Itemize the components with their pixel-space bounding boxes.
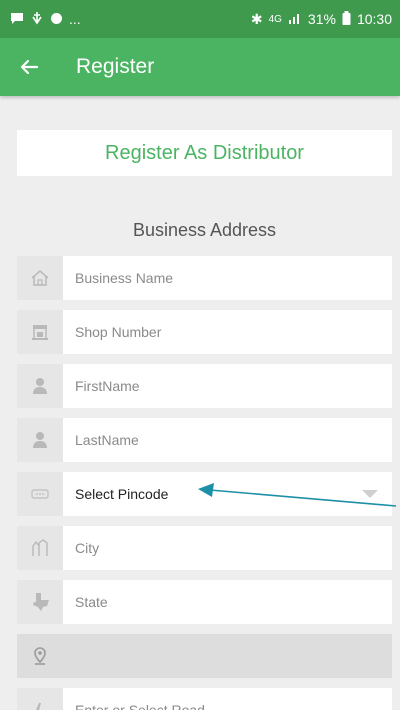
- state-placeholder: State: [75, 594, 108, 610]
- status-time: 10:30: [356, 11, 392, 27]
- register-distributor-button[interactable]: Register As Distributor: [17, 130, 392, 176]
- first-name-placeholder: FirstName: [75, 378, 140, 394]
- battery-icon: [342, 10, 351, 28]
- signal-icon: [288, 11, 302, 27]
- bluetooth-icon: ✱: [250, 10, 263, 27]
- state-icon: [17, 580, 63, 624]
- state-field[interactable]: State: [17, 580, 392, 624]
- person-icon: [17, 418, 63, 462]
- shop-icon: [17, 310, 63, 354]
- status-left: ...: [10, 11, 81, 27]
- last-name-placeholder: LastName: [75, 432, 139, 448]
- road-field[interactable]: Enter or Select Road: [17, 688, 392, 710]
- pincode-icon: [17, 472, 63, 516]
- business-name-placeholder: Business Name: [75, 270, 174, 286]
- battery-percent: 31%: [307, 11, 336, 27]
- network-type: 4G: [268, 13, 282, 25]
- first-name-field[interactable]: FirstName: [17, 364, 392, 408]
- location-pin-icon: [17, 634, 63, 678]
- annotation-arrow: [198, 483, 397, 507]
- chat-icon: [10, 12, 24, 26]
- page-title: Register: [76, 55, 155, 78]
- status-bar: ... ✱ 4G 31% 10:30: [0, 0, 400, 38]
- status-right: ✱ 4G 31% 10:30: [250, 10, 392, 28]
- city-placeholder: City: [75, 540, 100, 556]
- road-icon: [17, 688, 63, 710]
- pincode-selected-value: Select Pincode: [75, 486, 169, 502]
- shield-icon: [50, 12, 63, 27]
- person-icon: [17, 364, 63, 408]
- status-overflow: ...: [69, 11, 81, 27]
- app-bar: Register: [0, 38, 400, 96]
- last-name-field[interactable]: LastName: [17, 418, 392, 462]
- section-title: Business Address: [132, 220, 277, 240]
- shop-number-field[interactable]: Shop Number: [17, 310, 392, 354]
- back-button[interactable]: [0, 38, 58, 96]
- business-name-field[interactable]: Business Name: [17, 256, 392, 300]
- shop-number-placeholder: Shop Number: [75, 324, 162, 340]
- arrow-left-icon: [20, 59, 39, 75]
- city-icon: [17, 526, 63, 570]
- city-field[interactable]: City: [17, 526, 392, 570]
- road-placeholder: Enter or Select Road: [75, 702, 205, 710]
- usb-icon: [30, 11, 44, 27]
- location-field[interactable]: [17, 634, 392, 678]
- house-icon: [17, 256, 63, 300]
